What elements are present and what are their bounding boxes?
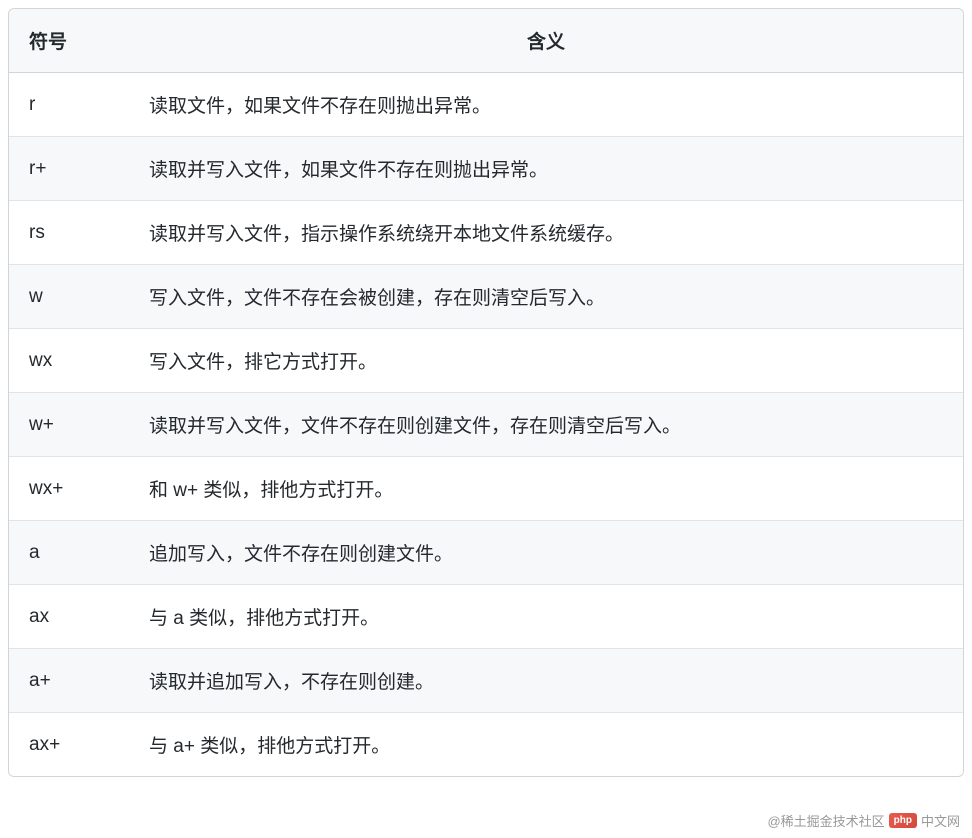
- cell-symbol: ax: [9, 585, 129, 649]
- table-row: a 追加写入，文件不存在则创建文件。: [9, 521, 963, 585]
- table-row: w 写入文件，文件不存在会被创建，存在则清空后写入。: [9, 265, 963, 329]
- table-header: 符号 含义: [9, 9, 963, 73]
- table-row: rs 读取并写入文件，指示操作系统绕开本地文件系统缓存。: [9, 201, 963, 265]
- table-body: r 读取文件，如果文件不存在则抛出异常。 r+ 读取并写入文件，如果文件不存在则…: [9, 73, 963, 777]
- cell-meaning: 追加写入，文件不存在则创建文件。: [129, 521, 963, 585]
- cell-symbol: a: [9, 521, 129, 585]
- cell-symbol: w+: [9, 393, 129, 457]
- cell-symbol: wx+: [9, 457, 129, 521]
- table-row: w+ 读取并写入文件，文件不存在则创建文件，存在则清空后写入。: [9, 393, 963, 457]
- cell-meaning: 读取并写入文件，如果文件不存在则抛出异常。: [129, 137, 963, 201]
- header-meaning: 含义: [129, 9, 963, 73]
- table-row: ax+ 与 a+ 类似，排他方式打开。: [9, 713, 963, 777]
- table-row: wx 写入文件，排它方式打开。: [9, 329, 963, 393]
- watermark-text1: @稀土掘金技术社区: [767, 811, 884, 830]
- table-row: r 读取文件，如果文件不存在则抛出异常。: [9, 73, 963, 137]
- cell-symbol: r: [9, 73, 129, 137]
- cell-meaning: 与 a+ 类似，排他方式打开。: [129, 713, 963, 777]
- cell-meaning: 读取并写入文件，文件不存在则创建文件，存在则清空后写入。: [129, 393, 963, 457]
- table-header-row: 符号 含义: [9, 9, 963, 73]
- cell-meaning: 读取并写入文件，指示操作系统绕开本地文件系统缓存。: [129, 201, 963, 265]
- cell-meaning: 读取文件，如果文件不存在则抛出异常。: [129, 73, 963, 137]
- cell-symbol: r+: [9, 137, 129, 201]
- table-row: a+ 读取并追加写入，不存在则创建。: [9, 649, 963, 713]
- cell-symbol: a+: [9, 649, 129, 713]
- cell-meaning: 与 a 类似，排他方式打开。: [129, 585, 963, 649]
- cell-symbol: ax+: [9, 713, 129, 777]
- cell-symbol: rs: [9, 201, 129, 265]
- cell-meaning: 写入文件，排它方式打开。: [129, 329, 963, 393]
- cell-meaning: 读取并追加写入，不存在则创建。: [129, 649, 963, 713]
- table-row: wx+ 和 w+ 类似，排他方式打开。: [9, 457, 963, 521]
- watermark: @稀土掘金技术社区 php 中文网: [767, 811, 960, 830]
- file-mode-table: 符号 含义 r 读取文件，如果文件不存在则抛出异常。 r+ 读取并写入文件，如果…: [9, 9, 963, 776]
- watermark-badge: php: [889, 813, 917, 828]
- table-row: r+ 读取并写入文件，如果文件不存在则抛出异常。: [9, 137, 963, 201]
- table-row: ax 与 a 类似，排他方式打开。: [9, 585, 963, 649]
- cell-meaning: 和 w+ 类似，排他方式打开。: [129, 457, 963, 521]
- cell-symbol: wx: [9, 329, 129, 393]
- watermark-text2: 中文网: [921, 811, 960, 830]
- cell-symbol: w: [9, 265, 129, 329]
- cell-meaning: 写入文件，文件不存在会被创建，存在则清空后写入。: [129, 265, 963, 329]
- header-symbol: 符号: [9, 9, 129, 73]
- file-mode-table-container: 符号 含义 r 读取文件，如果文件不存在则抛出异常。 r+ 读取并写入文件，如果…: [8, 8, 964, 777]
